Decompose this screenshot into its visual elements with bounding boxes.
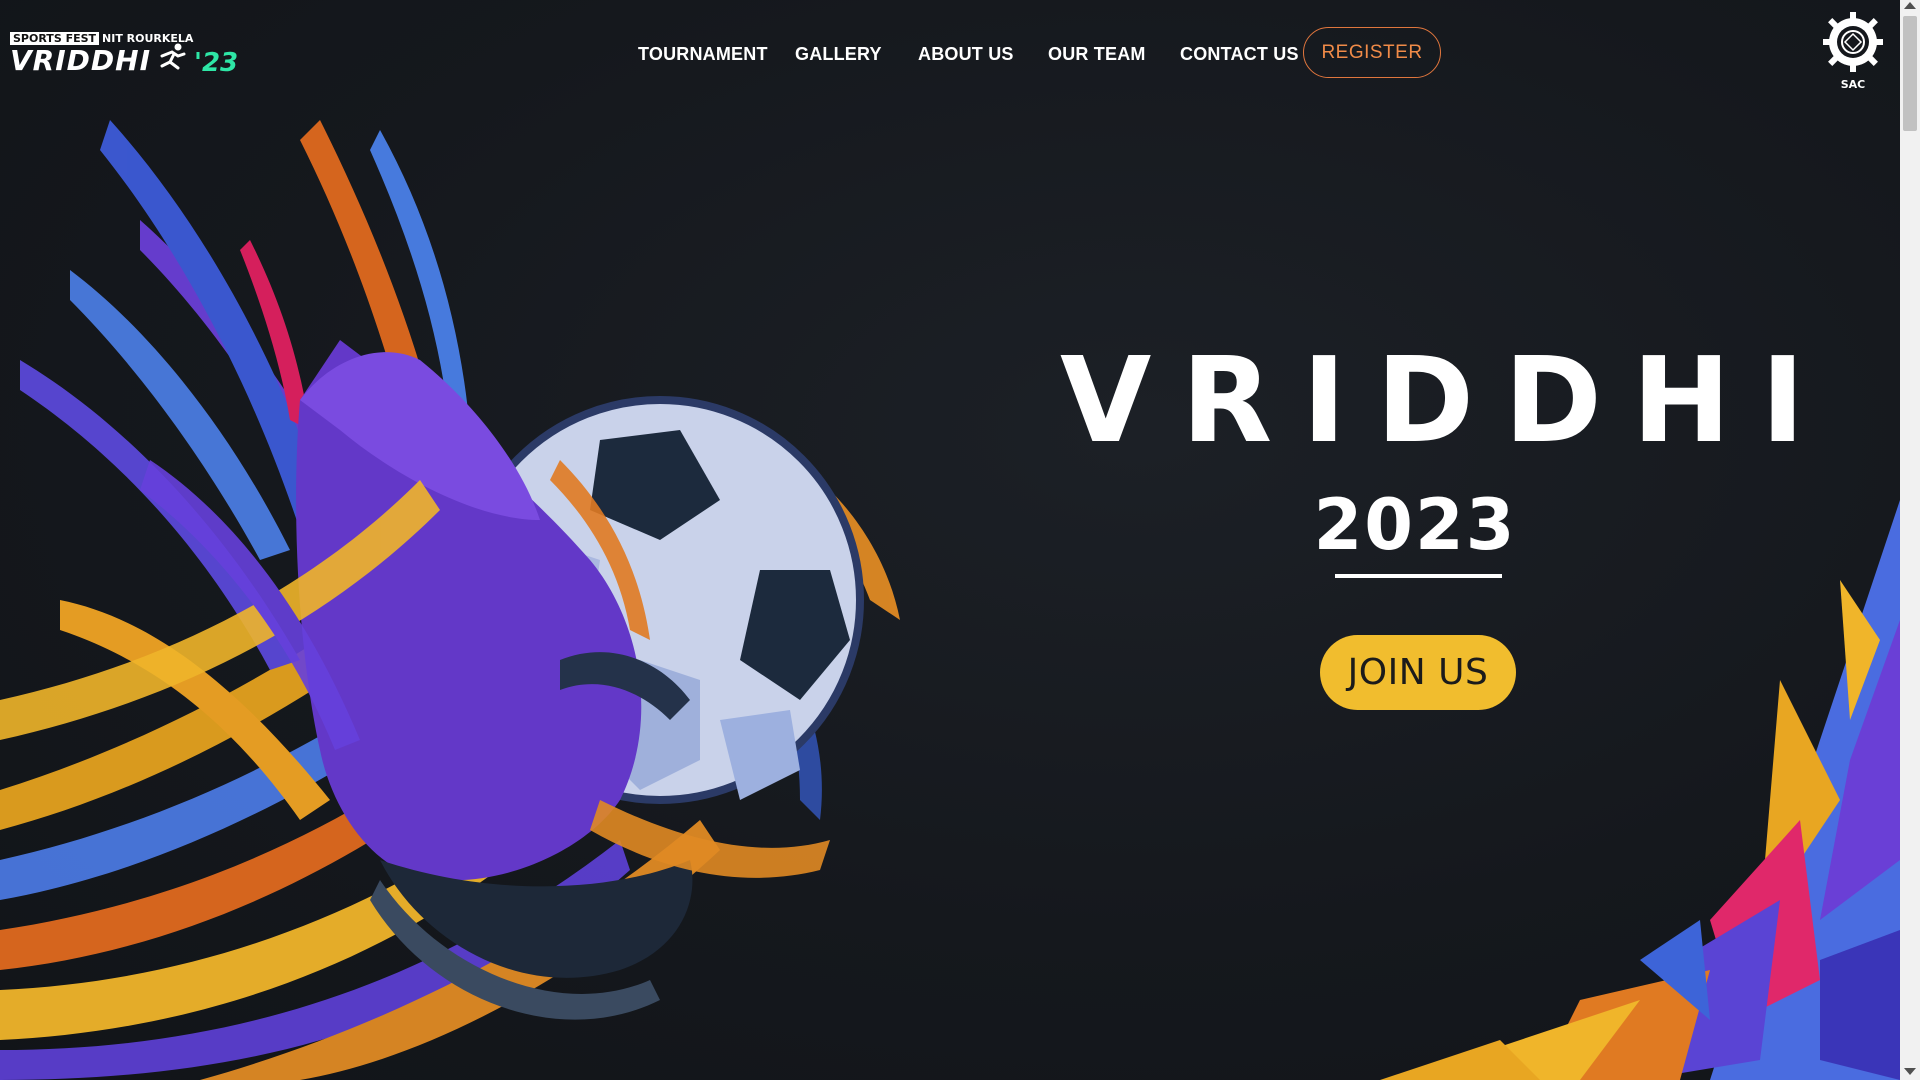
hero-year: 2023 — [1313, 484, 1517, 566]
nav-about-us[interactable]: ABOUT US — [918, 40, 1014, 68]
sac-emblem[interactable]: SAC — [1815, 8, 1891, 92]
landing-page: SPORTS FEST NIT ROURKELA VRIDDHI '23 TOUR… — [0, 0, 1900, 1080]
scroll-thumb[interactable] — [1903, 16, 1917, 131]
sac-label: SAC — [1840, 78, 1866, 91]
football-illustration — [0, 120, 900, 1080]
scroll-down-icon[interactable] — [1904, 1068, 1916, 1075]
nav-our-team[interactable]: OUR TEAM — [1048, 40, 1146, 68]
logo-wordmark: VRIDDHI — [10, 44, 151, 77]
nav-contact-us[interactable]: CONTACT US — [1180, 40, 1299, 68]
logo-year: '23 — [194, 48, 239, 78]
page-scrollbar[interactable] — [1900, 0, 1920, 1080]
runner-icon — [160, 43, 186, 70]
join-us-button[interactable]: JOIN US — [1320, 635, 1516, 710]
nav-tournament[interactable]: TOURNAMENT — [638, 40, 768, 68]
vriddhi-logo[interactable]: SPORTS FEST NIT ROURKELA VRIDDHI '23 — [10, 32, 242, 78]
gear-emblem-icon — [1823, 12, 1883, 72]
shard-illustration — [1380, 500, 1900, 1080]
hero-divider — [1335, 574, 1502, 578]
hero-title: VRIDDHI — [1060, 331, 1835, 469]
site-header: SPORTS FEST NIT ROURKELA VRIDDHI '23 TOUR… — [0, 0, 1900, 106]
register-button[interactable]: REGISTER — [1303, 27, 1441, 78]
scroll-up-icon[interactable] — [1904, 2, 1916, 9]
nav-gallery[interactable]: GALLERY — [795, 40, 882, 68]
